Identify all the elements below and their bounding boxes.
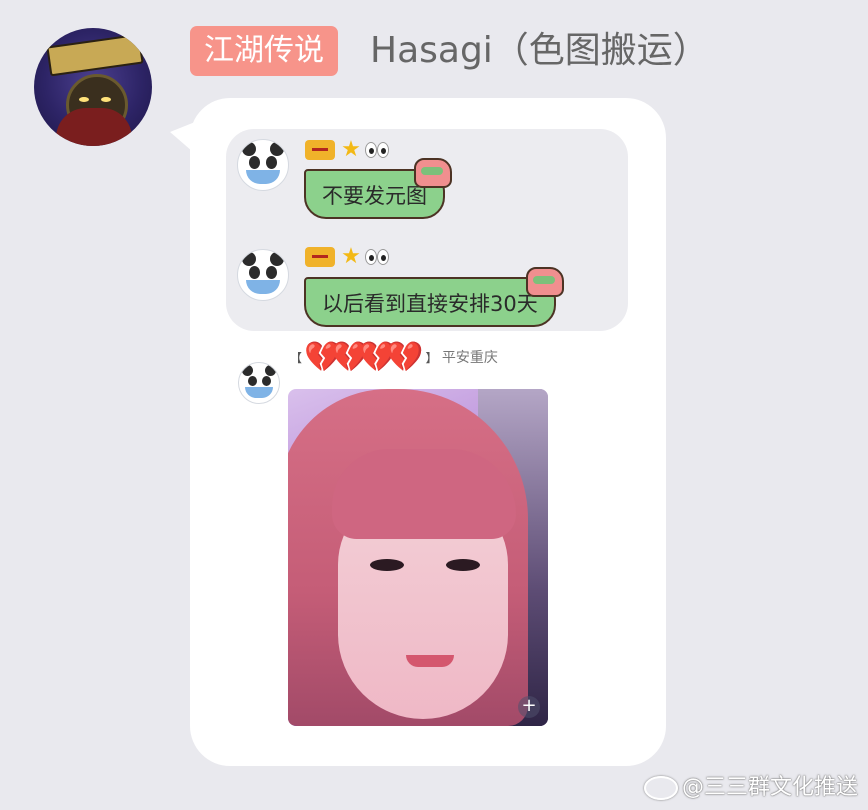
weibo-watermark: @三三群文化推送 (643, 774, 858, 802)
avatar-eye-left (79, 97, 89, 102)
dinosaur-icon (414, 158, 452, 188)
avatar-eye-right (101, 97, 111, 102)
eyes-icon (365, 140, 389, 160)
panda-ear-icon (270, 252, 284, 266)
star-icon: ★ (341, 244, 361, 269)
eyes-icon (365, 247, 389, 267)
weibo-icon (643, 776, 678, 800)
level-badge-icon (305, 247, 335, 267)
panda-eye-icon (249, 266, 260, 279)
level-badge-icon (305, 140, 335, 160)
avatar-robe (56, 108, 132, 146)
panda-eye-icon (249, 156, 260, 169)
group-title-badge: 江湖传说 (190, 26, 338, 76)
panda-mouth-icon (246, 170, 280, 184)
panda-avatar (237, 249, 289, 301)
broken-hearts-icon: 💔💔💔💔 (304, 340, 423, 375)
photo-eye-left (370, 559, 404, 571)
panda-mouth-icon (245, 387, 273, 398)
panda-avatar (238, 362, 280, 404)
watermark-text: @三三群文化推送 (681, 775, 858, 800)
sender-name[interactable]: Hasagi（色图搬运） (370, 26, 709, 76)
photo-eye-right (446, 559, 480, 571)
chat-bubble-text: 以后看到直接安排30天 (304, 277, 556, 327)
panda-ear-icon (242, 365, 253, 376)
panda-ear-icon (242, 142, 256, 156)
title-open-bracket: 【 (290, 351, 303, 365)
star-icon: ★ (341, 137, 361, 162)
panda-ear-icon (270, 142, 284, 156)
panda-eye-icon (248, 376, 257, 386)
avatar-banner (46, 33, 144, 77)
dinosaur-icon (526, 267, 564, 297)
shared-photo[interactable]: + (288, 389, 548, 726)
member-title: 平安重庆 (441, 350, 498, 366)
add-sticker-button[interactable]: + (518, 696, 540, 718)
panda-mouth-icon (246, 280, 280, 294)
sender-avatar[interactable] (34, 28, 152, 146)
panda-eye-icon (266, 266, 277, 279)
photo-lips (406, 655, 454, 667)
panda-eye-icon (262, 376, 271, 386)
title-close-bracket: 】 (425, 351, 438, 365)
photo-bangs (332, 449, 516, 539)
panda-eye-icon (266, 156, 277, 169)
panda-avatar (237, 139, 289, 191)
panda-ear-icon (265, 365, 276, 376)
panda-ear-icon (242, 252, 256, 266)
member-title-line: 【💔💔💔💔】 平安重庆 (290, 338, 498, 378)
